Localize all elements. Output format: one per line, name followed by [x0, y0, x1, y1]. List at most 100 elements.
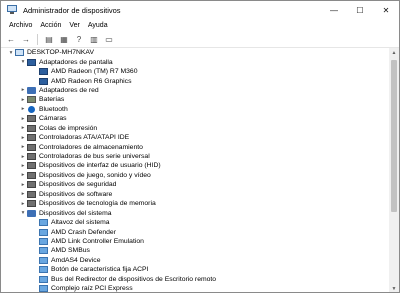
expand-icon[interactable]: ▸: [19, 191, 27, 197]
help-icon[interactable]: ?: [73, 33, 85, 45]
tree-category[interactable]: ▸ Controladores de almacenamiento: [1, 142, 390, 151]
window-title: Administrador de dispositivos: [23, 5, 121, 15]
tree-item-label: AMD Link Controller Emulation: [51, 237, 144, 245]
tree-device[interactable]: Bus del Redirector de dispositivos de Es…: [1, 275, 390, 284]
tree-item-label: Controladoras ATA/ATAPI IDE: [39, 134, 130, 142]
hw-icon: [27, 190, 36, 198]
toolbar: ← → ▤ ▦? ▥ ▭: [1, 31, 399, 48]
tree-category[interactable]: ▸ Dispositivos de juego, sonido y vídeo: [1, 171, 390, 180]
minimize-button[interactable]: —: [321, 1, 347, 19]
tree-category[interactable]: ▸ Dispositivos de tecnología de memoria: [1, 199, 390, 208]
tree-item-label: Bus del Redirector de dispositivos de Es…: [51, 275, 217, 283]
menu-bar: Archivo Acción Ver Ayuda: [1, 19, 399, 31]
scroll-up-button[interactable]: ▲: [389, 48, 399, 58]
expand-icon[interactable]: ▸: [19, 116, 27, 122]
expand-icon[interactable]: ▸: [19, 87, 27, 93]
tree-category[interactable]: ▸ Cámaras: [1, 114, 390, 123]
folder-icon: [27, 86, 36, 94]
collapse-icon[interactable]: ▾: [7, 50, 15, 56]
display-icon: [27, 58, 36, 66]
scroll-down-button[interactable]: ▼: [389, 284, 399, 292]
expand-icon[interactable]: ▸: [19, 97, 27, 103]
expand-icon[interactable]: ▸: [19, 125, 27, 131]
tree-item-label: Adaptadores de red: [39, 86, 99, 94]
tree-device[interactable]: Altavoz del sistema: [1, 218, 390, 227]
view-icon[interactable]: ▥: [88, 33, 100, 45]
tree-category[interactable]: ▸ Controladoras ATA/ATAPI IDE: [1, 133, 390, 142]
tree-category[interactable]: ▸ Colas de impresión: [1, 124, 390, 133]
sys-icon: [39, 228, 48, 236]
sys-icon: [39, 247, 48, 255]
tree-item-label: DESKTOP-MH7NKAV: [27, 49, 94, 57]
maximize-button[interactable]: ☐: [347, 1, 373, 19]
tree-category[interactable]: ▸ Adaptadores de red: [1, 86, 390, 95]
tree-category[interactable]: ▸ Controladoras de bus serie universal: [1, 152, 390, 161]
tree-item-label: Controladoras de bus serie universal: [39, 153, 150, 161]
tree-category[interactable]: ▾ Dispositivos del sistema: [1, 208, 390, 217]
sys-icon: [39, 256, 48, 264]
hw-icon: [27, 181, 36, 189]
expand-icon[interactable]: ▸: [19, 106, 27, 112]
tree-item-label: Dispositivos de interfaz de usuario (HID…: [39, 162, 161, 170]
tree-item-label: Cámaras: [39, 115, 67, 123]
hw-icon: [27, 200, 36, 208]
tree-item-label: Controladores de almacenamiento: [39, 143, 143, 151]
tree-device[interactable]: AMD Link Controller Emulation: [1, 237, 390, 246]
expand-icon[interactable]: ▸: [19, 144, 27, 150]
tree-item-label: Dispositivos del sistema: [39, 209, 112, 217]
hw-icon: [27, 171, 36, 179]
scroll-thumb[interactable]: [391, 60, 397, 212]
properties-icon[interactable]: ▦: [58, 33, 70, 45]
sys-icon: [39, 285, 48, 292]
expand-icon[interactable]: ▸: [19, 154, 27, 160]
tree-item-label: Altavoz del sistema: [51, 219, 110, 227]
vertical-scrollbar[interactable]: ▲ ▼: [389, 48, 399, 292]
expand-icon[interactable]: ▸: [19, 172, 27, 178]
tree-category[interactable]: ▾ Adaptadores de pantalla: [1, 57, 390, 66]
menu-ver[interactable]: Ver: [65, 22, 84, 29]
tree-category[interactable]: ▸ Dispositivos de seguridad: [1, 180, 390, 189]
collapse-icon[interactable]: ▾: [19, 59, 27, 65]
computer-icon: [15, 49, 24, 57]
device-list-icon[interactable]: ▤: [43, 33, 55, 45]
tree-item-label: AMD Radeon (TM) R7 M360: [51, 68, 138, 76]
window-controls: — ☐ ✕: [321, 1, 399, 19]
menu-ayuda[interactable]: Ayuda: [84, 22, 112, 29]
close-button[interactable]: ✕: [373, 1, 399, 19]
collapse-icon[interactable]: ▾: [19, 210, 27, 216]
bt-icon: [28, 105, 35, 113]
expand-icon[interactable]: ▸: [19, 135, 27, 141]
tree-device[interactable]: AmdAS4 Device: [1, 256, 390, 265]
tree-root[interactable]: ▾ DESKTOP-MH7NKAV: [1, 48, 390, 57]
forward-icon[interactable]: →: [20, 33, 32, 45]
expand-icon[interactable]: ▸: [19, 201, 27, 207]
menu-archivo[interactable]: Archivo: [5, 22, 36, 29]
display-icon: [39, 77, 48, 85]
monitor-icon[interactable]: ▭: [103, 33, 115, 45]
tree-item-label: AMD SMBus: [51, 247, 90, 255]
tree-category[interactable]: ▸ Baterías: [1, 95, 390, 104]
expand-icon[interactable]: ▸: [19, 182, 27, 188]
tree-device[interactable]: AMD Crash Defender: [1, 227, 390, 236]
expand-icon[interactable]: ▸: [19, 163, 27, 169]
folder-icon: [27, 209, 36, 217]
tree-category[interactable]: ▸ Dispositivos de interfaz de usuario (HI…: [1, 161, 390, 170]
tree-device[interactable]: AMD Radeon (TM) R7 M360: [1, 67, 390, 76]
back-icon[interactable]: ←: [5, 33, 17, 45]
hw-icon: [27, 162, 36, 170]
hw-icon: [27, 124, 36, 132]
menu-accion[interactable]: Acción: [36, 22, 65, 29]
tree-device[interactable]: AMD SMBus: [1, 246, 390, 255]
tree-item-label: Adaptadores de pantalla: [39, 58, 113, 66]
sys-icon: [39, 219, 48, 227]
tree-device[interactable]: AMD Radeon R6 Graphics: [1, 76, 390, 85]
tree-item-label: Dispositivos de seguridad: [39, 181, 117, 189]
device-manager-window: Administrador de dispositivos — ☐ ✕ Arch…: [0, 0, 400, 293]
tree-category[interactable]: ▸ Dispositivos de software: [1, 190, 390, 199]
device-tree: ▾ DESKTOP-MH7NKAV ▾ Adaptadores de pantalla…: [1, 48, 390, 292]
tree-item-label: Colas de impresión: [39, 124, 98, 132]
tree-device[interactable]: Botón de característica fija ACPI: [1, 265, 390, 274]
tree-category[interactable]: ▸ Bluetooth: [1, 105, 390, 114]
tree-device[interactable]: Complejo raíz PCI Express: [1, 284, 390, 292]
hw-icon: [27, 115, 36, 123]
